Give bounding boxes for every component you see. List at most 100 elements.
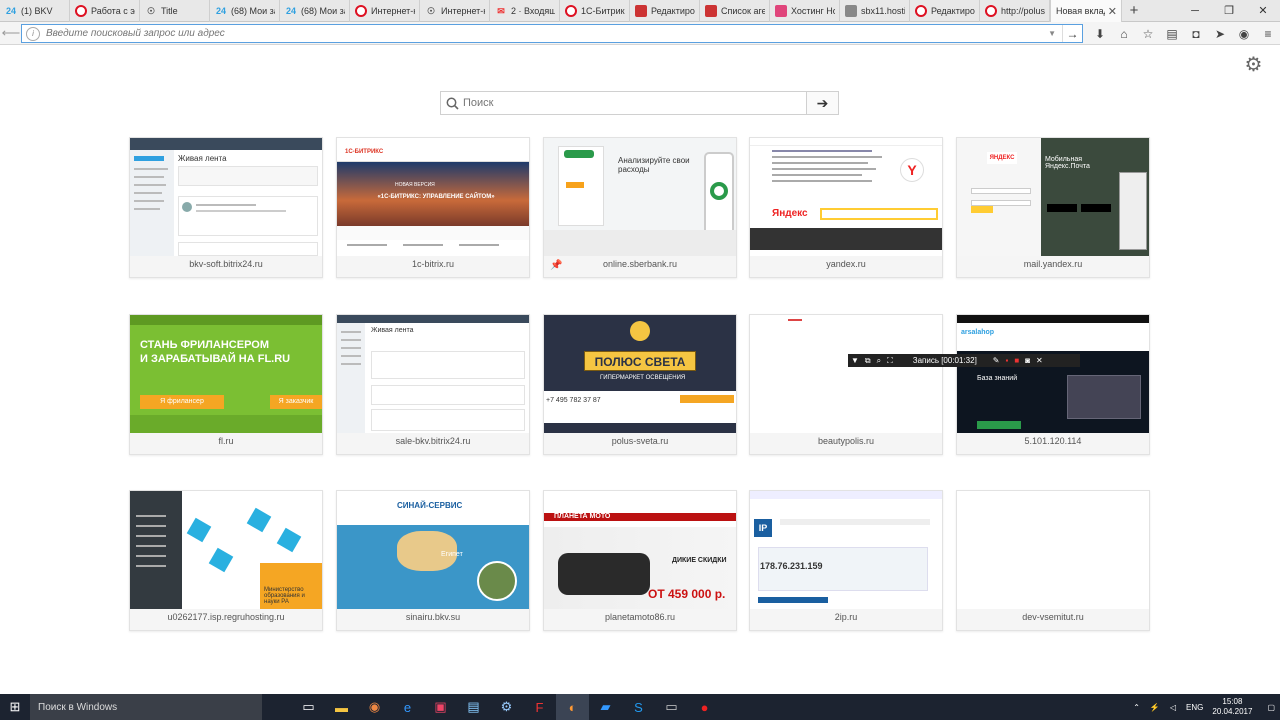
- tile-5-101-120-114[interactable]: arsalahop База знаний 5.101.120.114: [956, 314, 1150, 455]
- tab-13[interactable]: sbx11.hostin: [840, 0, 910, 22]
- bitrix24-icon: 24: [5, 6, 16, 16]
- search-input[interactable]: [463, 92, 806, 114]
- tile-yandex[interactable]: Y Яндекс yandex.ru: [749, 137, 943, 278]
- tile-dev-vsemitut[interactable]: dev-vsemitut.ru: [956, 490, 1150, 631]
- tile-label: beautypolis.ru: [817, 436, 875, 446]
- go-arrow-icon[interactable]: →: [1062, 25, 1082, 42]
- tray-chevron-icon[interactable]: ⌃: [1128, 703, 1145, 712]
- tab-5[interactable]: 24 (68) Мои за: [280, 0, 350, 22]
- chevron-down-icon[interactable]: ▼: [1048, 29, 1056, 38]
- tab-6[interactable]: Интернет-к: [350, 0, 420, 22]
- tab-14[interactable]: Редактиров: [910, 0, 980, 22]
- pocket-icon[interactable]: ◘: [1184, 27, 1208, 41]
- tab-15[interactable]: http://polus: [980, 0, 1050, 22]
- tile-thumbnail: [957, 491, 1149, 609]
- skype-icon[interactable]: S: [622, 694, 655, 720]
- dropdown-icon[interactable]: ▼: [848, 356, 862, 365]
- delete-icon[interactable]: ▪: [1003, 356, 1012, 365]
- app-pink-icon[interactable]: ▣: [424, 694, 457, 720]
- addon-icon[interactable]: ◉: [1232, 27, 1256, 41]
- recorder-icon[interactable]: ●: [688, 694, 721, 720]
- tile-label: mail.yandex.ru: [1023, 259, 1083, 269]
- volume-icon[interactable]: ◁: [1165, 703, 1181, 712]
- network-icon[interactable]: ⚙: [490, 694, 523, 720]
- tab-3[interactable]: ☉ Title: [140, 0, 210, 22]
- chrome-icon[interactable]: ◉: [358, 694, 391, 720]
- close-icon[interactable]: ✕: [1033, 356, 1046, 365]
- window-close-icon[interactable]: ✕: [1246, 0, 1280, 21]
- stop-icon[interactable]: ■: [1011, 356, 1022, 365]
- tile-bkv-soft[interactable]: Живая лента bkv-soft.bitrix24.ru: [129, 137, 323, 278]
- search-go-arrow-icon[interactable]: ➔: [806, 92, 838, 114]
- download-icon[interactable]: ⬇: [1088, 27, 1112, 41]
- tab-12[interactable]: Хостинг Но: [770, 0, 840, 22]
- home-icon[interactable]: ⌂: [1112, 27, 1136, 41]
- windows-start-icon[interactable]: ⊞: [0, 694, 30, 720]
- window-icon[interactable]: ⧉: [862, 356, 874, 366]
- gear-icon[interactable]: ⚙: [1243, 55, 1264, 76]
- network-tray-icon[interactable]: ⚡: [1145, 703, 1165, 712]
- tab-4[interactable]: 24 (68) Мои за: [210, 0, 280, 22]
- close-icon[interactable]: ✕: [1108, 5, 1117, 18]
- tab-11[interactable]: Список аге: [700, 0, 770, 22]
- pen-icon[interactable]: ✎: [990, 356, 1003, 365]
- tile-planetamoto[interactable]: ПЛАНЕТА МОТО ДИКИЕ СКИДКИ ОТ 459 000 р. …: [543, 490, 737, 631]
- app-blue-icon[interactable]: ▰: [589, 694, 622, 720]
- tile-polus-sveta[interactable]: ПОЛЮС СВЕТА ГИПЕРМАРКЕТ ОСВЕЩЕНИЯ +7 495…: [543, 314, 737, 455]
- tile-mail-yandex[interactable]: ЯНДЕКС Мобильная Яндекс.Почта mail.yande…: [956, 137, 1150, 278]
- tab-1[interactable]: 24 (1) BKV: [0, 0, 70, 22]
- camera-icon[interactable]: ◙: [1022, 356, 1033, 365]
- tab-label: Редактиров: [931, 6, 975, 16]
- mail-icon: ✉: [497, 5, 505, 16]
- hamburger-menu-icon[interactable]: ≡: [1256, 27, 1280, 41]
- tile-sale-bkv[interactable]: Живая лента sale-bkv.bitrix24.ru: [336, 314, 530, 455]
- opera-icon: [915, 5, 927, 17]
- tab-label: (1) BKV: [21, 6, 53, 16]
- thumb-ymail-title: Мобильная Яндекс.Почта: [1045, 156, 1090, 170]
- tile-1c-bitrix[interactable]: 1С-БИТРИКС НОВАЯ ВЕРСИЯ «1С-БИТРИКС: УПР…: [336, 137, 530, 278]
- send-icon[interactable]: ➤: [1208, 27, 1232, 41]
- new-tab-button[interactable]: +: [1122, 0, 1146, 21]
- firefox-icon[interactable]: ◐: [556, 694, 589, 720]
- tab-8[interactable]: ✉ 2 · Входящи: [490, 0, 560, 22]
- edge-icon[interactable]: e: [391, 694, 424, 720]
- bookmark-star-icon[interactable]: ☆: [1136, 27, 1160, 41]
- app-grey-icon[interactable]: ▭: [655, 694, 688, 720]
- notification-icon[interactable]: ▢: [1262, 703, 1280, 712]
- tab-10[interactable]: Редактиров: [630, 0, 700, 22]
- info-icon[interactable]: i: [26, 26, 40, 41]
- minimize-icon[interactable]: ─: [1178, 0, 1212, 21]
- reading-list-icon[interactable]: ▤: [1160, 27, 1184, 41]
- restore-icon[interactable]: ❐: [1212, 0, 1246, 21]
- opera-icon: [985, 5, 997, 17]
- taskbar-search[interactable]: Поиск в Windows: [30, 694, 262, 720]
- tile-beautypolis[interactable]: beautypolis.ru: [749, 314, 943, 455]
- clock[interactable]: 15:08 20.04.2017: [1208, 697, 1262, 717]
- tab-label: Список аге: [721, 6, 765, 16]
- tile-2ip[interactable]: IP 178.76.231.159 2ip.ru: [749, 490, 943, 631]
- tab-7[interactable]: ☉ Интернет-к: [420, 0, 490, 22]
- thumb-ymail-logo: ЯНДЕКС: [987, 152, 1017, 164]
- tile-sberbank[interactable]: Анализируйте свои расходы 📌 online.sberb…: [543, 137, 737, 278]
- back-arrow-icon[interactable]: ⟵: [0, 25, 22, 41]
- thumb-2ip-addr: 178.76.231.159: [760, 561, 823, 571]
- thumb-moto-brand: ПЛАНЕТА МОТО: [554, 513, 611, 520]
- tab-new-active[interactable]: Новая вклад ✕: [1050, 0, 1122, 22]
- filezilla-icon[interactable]: F: [523, 694, 556, 720]
- fullscreen-icon[interactable]: ⛶: [884, 356, 896, 366]
- address-bar[interactable]: i ▼ →: [21, 24, 1083, 43]
- tab-9[interactable]: 1С-Битрикс: [560, 0, 630, 22]
- language-indicator[interactable]: ENG: [1181, 703, 1208, 712]
- tile-regruhosting[interactable]: Министерство образования и науки РА u026…: [129, 490, 323, 631]
- search-icon: [441, 92, 463, 114]
- tab-label: Интернет-к: [441, 6, 485, 16]
- tile-sinairu[interactable]: СИНАЙ-СЕРВИС Египет sinairu.bkv.su: [336, 490, 530, 631]
- task-view-icon[interactable]: ▭: [292, 694, 325, 720]
- zoom-icon[interactable]: ⌕: [874, 356, 884, 366]
- notepad-icon[interactable]: ▤: [457, 694, 490, 720]
- address-input[interactable]: [46, 28, 1036, 39]
- thumb-2ip-logo: IP: [754, 519, 772, 537]
- file-explorer-icon[interactable]: ▬: [325, 694, 358, 720]
- tab-2[interactable]: Работа с эл: [70, 0, 140, 22]
- tile-fl[interactable]: СТАНЬ ФРИЛАНСЕРОМ И ЗАРАБАТЫВАЙ НА FL.RU…: [129, 314, 323, 455]
